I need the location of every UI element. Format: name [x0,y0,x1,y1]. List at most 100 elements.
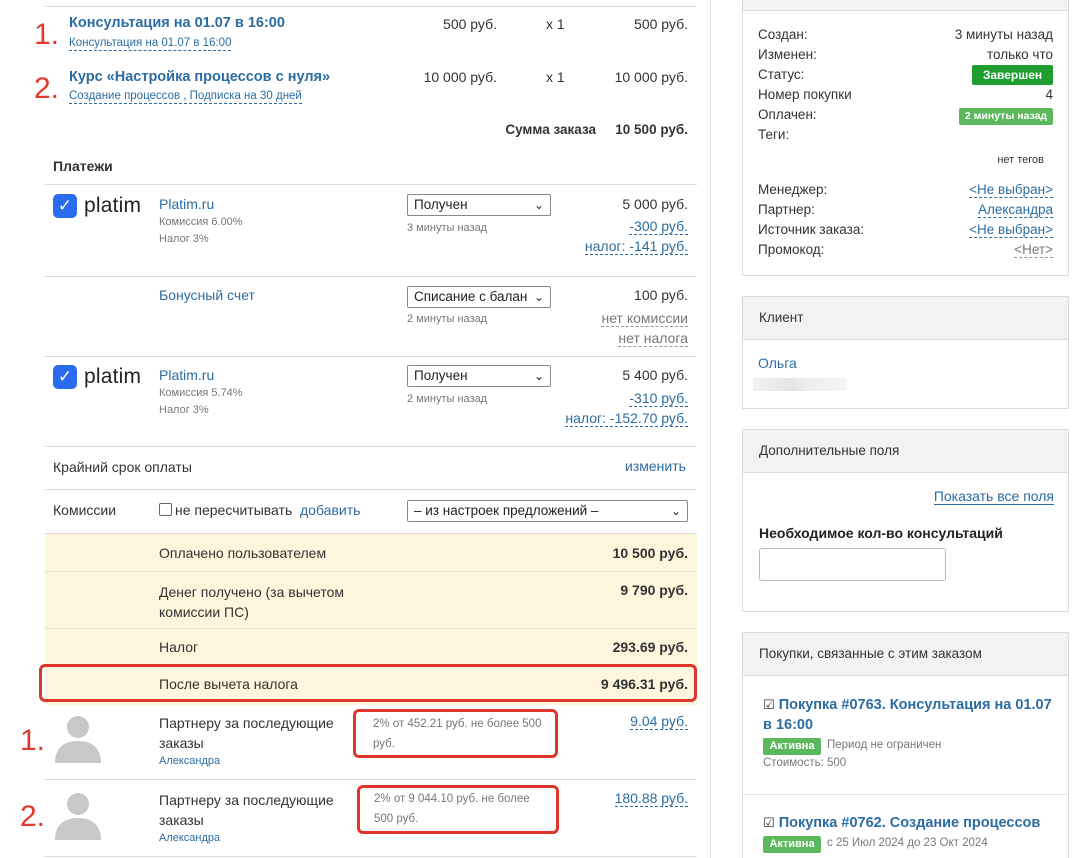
chevron-down-icon: ⌄ [533,198,544,212]
partner-name-link[interactable]: Александра [159,755,220,767]
item-qty: x 1 [546,69,565,85]
payment-tax-amount-link[interactable]: нет налога [618,330,688,347]
status-badge: Завершен [972,65,1053,85]
item-offer-link[interactable]: Создание процессов , Подписка на 30 дней [69,89,302,104]
avatar-placeholder-icon [55,716,101,763]
chevron-down-icon: ⌄ [533,369,544,383]
order-sum-value: 10 500 руб. [615,122,688,137]
extra-fields-panel: Дополнительные поля Показать все поля Не… [742,429,1069,612]
blurred-contact [753,378,847,391]
highlight-box [353,709,558,758]
chevron-down-icon: ⌄ [533,290,544,304]
item-total: 500 руб. [634,16,688,32]
consultations-count-input[interactable] [759,548,946,581]
client-panel: Клиент Ольга [742,296,1069,409]
annotation-number: 2. [34,72,60,105]
commission-source-select[interactable]: – из настроек предложений – ⌄ [407,500,688,522]
platim-logo: ✓ platim [53,194,141,218]
summary-value: 293.69 руб. [612,639,688,655]
recalc-checkbox-label: не пересчитывать [175,502,293,518]
related-purchases-title: Покупки, связанные с этим заказом [743,633,1068,676]
partner-link[interactable]: Александра [977,202,1053,218]
deadline-label: Крайний срок оплаты [53,459,192,475]
client-panel-title: Клиент [743,297,1068,340]
manager-select-link[interactable]: <Не выбран> [969,182,1053,198]
paid-badge: 2 минуты назад [959,108,1053,125]
deadline-change-link[interactable]: изменить [625,458,686,474]
panel-header [743,0,1068,11]
partner-label: Партнеру за последующие заказы [159,792,334,828]
created-value: 3 минуты назад [954,27,1053,42]
source-select-link[interactable]: <Не выбран> [969,222,1053,238]
payment-amount: 100 руб. [634,287,688,303]
highlight-box [357,785,559,834]
client-name-link[interactable]: Ольга [758,355,797,371]
payment-status-select[interactable]: Списание с балан ⌄ [407,286,551,308]
annotation-number: 1. [34,18,60,51]
divider [45,571,697,572]
check-icon: ☑ [763,697,775,712]
item-price: 10 000 руб. [423,69,497,85]
summary-label: Денег получено (за вычетом комиссии ПС) [159,584,345,620]
show-all-fields-link[interactable]: Показать все поля [933,488,1054,505]
related-period: Период не ограничен [827,739,942,751]
payment-tax: Налог 3% [159,404,209,416]
payment-status-select[interactable]: Получен ⌄ [407,365,551,387]
tags-value: нет тегов [997,154,1044,166]
related-cost: Стоимость: 500 [763,757,847,769]
partner-value-link[interactable]: 9.04 руб. [630,713,688,730]
payment-fee: Комиссия 5.74% [159,387,243,399]
extra-fields-title: Дополнительные поля [743,430,1068,473]
payment-fee-amount-link[interactable]: нет комиссии [601,310,688,327]
platim-logo: ✓ platim [53,365,141,389]
status-badge: Активна [763,738,821,755]
related-purchase-link[interactable]: Покупка #0763. Консультация на 01.07 в 1… [763,697,1052,733]
payment-system-link[interactable]: Platim.ru [159,196,214,212]
related-period: с 25 Июл 2024 до 23 Окт 2024 [827,837,988,849]
divider [45,276,697,277]
partner-value-link[interactable]: 180.88 руб. [614,790,688,807]
payment-tax-amount-link[interactable]: налог: -141 руб. [584,238,688,255]
avatar-placeholder-icon [55,793,101,840]
payment-time: 2 минуты назад [407,393,488,405]
payment-tax-amount-link[interactable]: налог: -152.70 руб. [565,410,688,427]
payment-fee: Комиссия 6.00% [159,216,243,228]
field-label: Необходимое кол-во консультаций [759,525,1003,541]
item-offer-link[interactable]: Консультация на 01.07 в 16:00 [69,36,232,51]
divider [45,628,697,629]
check-icon: ☑ [763,815,775,830]
commissions-label: Комиссии [53,502,117,518]
summary-label: Налог [159,639,199,655]
add-commission-link[interactable]: добавить [300,502,360,518]
order-sum-label: Сумма заказа [505,122,596,137]
divider [743,794,1068,795]
summary-label: Оплачено пользователем [159,545,327,561]
purchase-number: 4 [1045,87,1053,102]
related-purchases-panel: Покупки, связанные с этим заказом ☑ Поку… [742,632,1069,858]
check-icon: ✓ [53,365,77,389]
divider [45,856,697,857]
payment-time: 2 минуты назад [407,313,488,325]
divider [45,356,697,357]
changed-value: только что [986,47,1053,62]
payment-tax: Налог 3% [159,233,209,245]
payment-fee-amount-link[interactable]: -300 руб. [629,218,688,235]
payment-fee-amount-link[interactable]: -310 руб. [629,390,688,407]
promo-select-link[interactable]: <Нет> [1014,242,1053,258]
payment-system-link[interactable]: Бонусный счет [159,287,255,303]
divider [45,489,697,490]
summary-value: 9 790 руб. [620,582,688,598]
payment-system-link[interactable]: Platim.ru [159,367,214,383]
check-icon: ✓ [53,194,77,218]
divider [45,184,697,185]
payment-amount: 5 400 руб. [622,367,688,383]
payments-title: Платежи [53,158,113,174]
recalc-checkbox[interactable] [159,503,172,516]
item-title-link[interactable]: Консультация на 01.07 в 16:00 [69,15,285,31]
partner-name-link[interactable]: Александра [159,832,220,844]
related-purchase-link[interactable]: Покупка #0762. Создание процессов [779,815,1041,831]
annotation-number: 1. [20,724,46,757]
item-title-link[interactable]: Курс «Настройка процессов с нуля» [69,69,330,85]
payment-status-select[interactable]: Получен ⌄ [407,194,551,216]
divider [45,779,697,780]
